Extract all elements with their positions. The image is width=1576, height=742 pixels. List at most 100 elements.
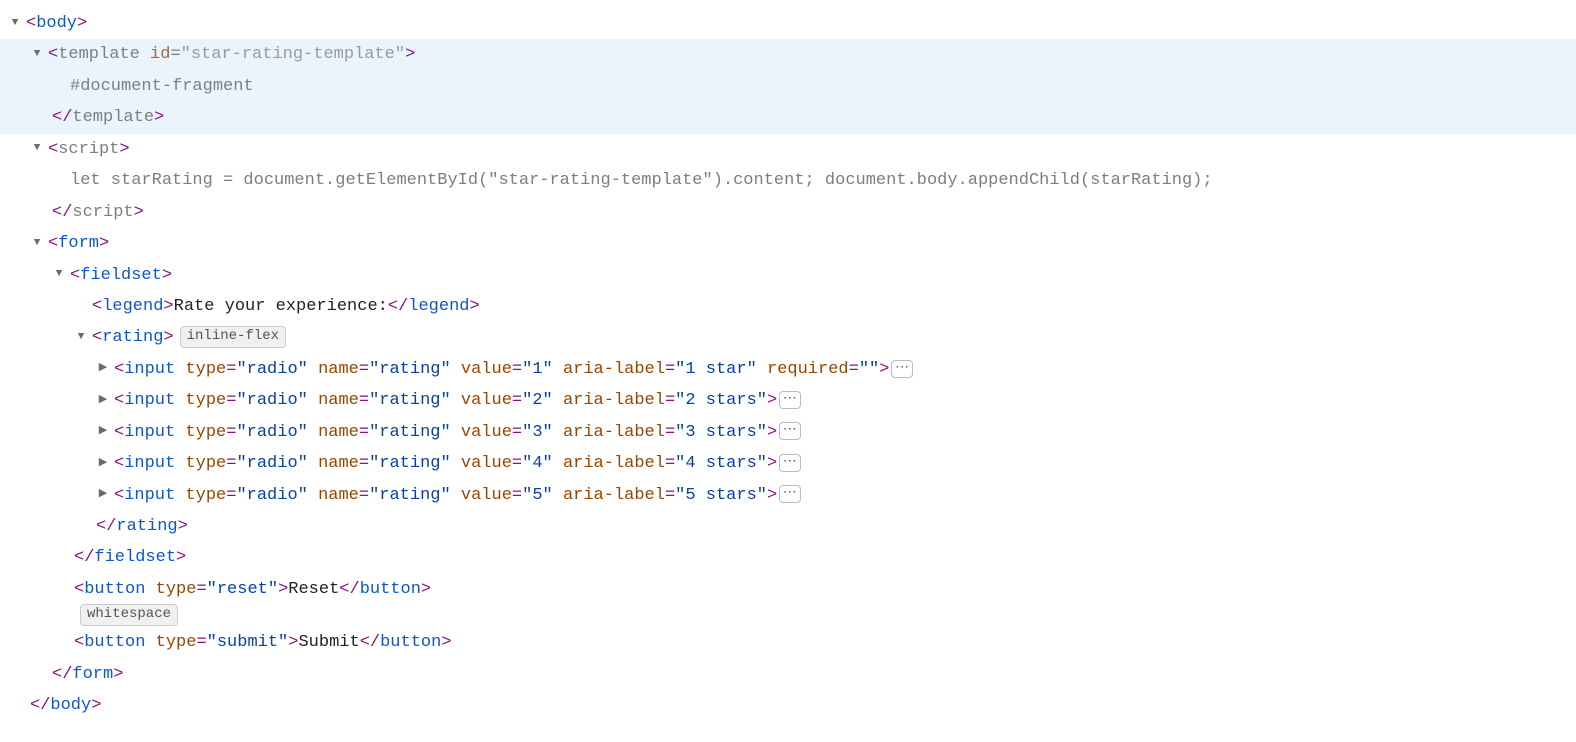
- token: >: [119, 134, 129, 165]
- tree-row[interactable]: <button type="reset">Reset</button>: [0, 574, 1576, 605]
- attr-value: "radio": [236, 354, 307, 385]
- tree-row[interactable]: <button type="submit">Submit</button>: [0, 627, 1576, 658]
- ellipsis-badge[interactable]: ⋯: [779, 391, 801, 409]
- token: =: [196, 574, 206, 605]
- tree-row[interactable]: </fieldset>: [0, 542, 1576, 573]
- token: =: [665, 448, 675, 479]
- disclosure-triangle-icon[interactable]: ▼: [8, 13, 22, 33]
- tree-row[interactable]: ▶<input type="radio" name="rating" value…: [0, 354, 1576, 385]
- token: </: [388, 291, 408, 322]
- token: </: [74, 542, 94, 573]
- tree-row[interactable]: ▼<body>: [0, 8, 1576, 39]
- disclosure-triangle-icon[interactable]: ▼: [30, 138, 44, 158]
- token: >: [767, 448, 777, 479]
- token: [553, 480, 563, 511]
- token: =: [226, 354, 236, 385]
- token: <: [114, 417, 124, 448]
- button-label: Reset: [288, 574, 339, 605]
- disclosure-triangle-icon[interactable]: ▼: [30, 44, 44, 64]
- layout-badge[interactable]: inline-flex: [180, 326, 286, 348]
- token: >: [113, 659, 123, 690]
- attr-name: value: [461, 448, 512, 479]
- token: [451, 480, 461, 511]
- token: >: [99, 228, 109, 259]
- token: </: [339, 574, 359, 605]
- tag-input: input: [124, 385, 175, 416]
- tree-row[interactable]: ▼<rating>inline-flex: [0, 322, 1576, 353]
- attr-value: "reset": [207, 574, 278, 605]
- tree-row[interactable]: </script>: [0, 197, 1576, 228]
- attr-value: "rating": [369, 417, 451, 448]
- disclosure-triangle-icon[interactable]: ▶: [96, 484, 110, 504]
- attr-value: "5": [522, 480, 553, 511]
- token: <: [114, 448, 124, 479]
- attr-name: aria-label: [563, 385, 665, 416]
- tree-row[interactable]: ▼<fieldset>: [0, 260, 1576, 291]
- token: [308, 448, 318, 479]
- attr-name: name: [318, 354, 359, 385]
- token: >: [879, 354, 889, 385]
- token: <: [48, 134, 58, 165]
- token: <: [48, 39, 58, 70]
- token: =: [359, 385, 369, 416]
- token: </: [30, 690, 50, 721]
- tree-row[interactable]: ▼<script>: [0, 134, 1576, 165]
- tree-row[interactable]: ▶<input type="radio" name="rating" value…: [0, 448, 1576, 479]
- token: =: [665, 354, 675, 385]
- token: <: [114, 354, 124, 385]
- token: >: [421, 574, 431, 605]
- token: </: [52, 659, 72, 690]
- tree-row[interactable]: </rating>: [0, 511, 1576, 542]
- tree-row[interactable]: </template>: [0, 102, 1576, 133]
- token: =: [512, 385, 522, 416]
- attr-name: type: [185, 354, 226, 385]
- tree-row[interactable]: ▼<form>: [0, 228, 1576, 259]
- token: [553, 417, 563, 448]
- token: [553, 448, 563, 479]
- legend-text: Rate your experience:: [174, 291, 388, 322]
- attr-name: aria-label: [563, 417, 665, 448]
- attr-value: "radio": [236, 448, 307, 479]
- token: <: [74, 574, 84, 605]
- disclosure-triangle-icon[interactable]: ▶: [96, 358, 110, 378]
- token: >: [767, 417, 777, 448]
- tree-row[interactable]: ▼#document-fragment: [0, 71, 1576, 102]
- tree-row[interactable]: ▼<template id="star-rating-template">: [0, 39, 1576, 70]
- tag-body: body: [50, 690, 91, 721]
- disclosure-triangle-icon[interactable]: ▶: [96, 453, 110, 473]
- token: =: [665, 385, 675, 416]
- token: >: [405, 39, 415, 70]
- ellipsis-badge[interactable]: ⋯: [891, 360, 913, 378]
- token: </: [52, 102, 72, 133]
- ellipsis-badge[interactable]: ⋯: [779, 485, 801, 503]
- whitespace-badge[interactable]: whitespace: [80, 604, 178, 626]
- tree-row[interactable]: ▼<legend>Rate your experience:</legend>: [0, 291, 1576, 322]
- disclosure-triangle-icon[interactable]: ▶: [96, 390, 110, 410]
- attr-value: "4": [522, 448, 553, 479]
- tree-row[interactable]: ▶<input type="radio" name="rating" value…: [0, 417, 1576, 448]
- tree-row[interactable]: ▶<input type="radio" name="rating" value…: [0, 480, 1576, 511]
- tree-row[interactable]: whitespace: [0, 605, 1576, 627]
- token: [308, 354, 318, 385]
- attr-name: type: [185, 480, 226, 511]
- attr-value: "4 stars": [675, 448, 767, 479]
- disclosure-triangle-icon[interactable]: ▶: [96, 421, 110, 441]
- token: [175, 354, 185, 385]
- token: =: [849, 354, 859, 385]
- tag-script: script: [58, 134, 119, 165]
- ellipsis-badge[interactable]: ⋯: [779, 422, 801, 440]
- disclosure-triangle-icon[interactable]: ▼: [74, 327, 88, 347]
- disclosure-triangle-icon[interactable]: ▼: [30, 233, 44, 253]
- token: =: [665, 417, 675, 448]
- ellipsis-badge[interactable]: ⋯: [779, 454, 801, 472]
- attr-name: value: [461, 385, 512, 416]
- token: =: [512, 417, 522, 448]
- tree-row[interactable]: </form>: [0, 659, 1576, 690]
- token: [145, 574, 155, 605]
- attr-name: name: [318, 480, 359, 511]
- tree-row[interactable]: </body>: [0, 690, 1576, 721]
- tree-row[interactable]: ▼let starRating = document.getElementByI…: [0, 165, 1576, 196]
- tree-row[interactable]: ▶<input type="radio" name="rating" value…: [0, 385, 1576, 416]
- disclosure-triangle-icon[interactable]: ▼: [52, 264, 66, 284]
- token: [451, 448, 461, 479]
